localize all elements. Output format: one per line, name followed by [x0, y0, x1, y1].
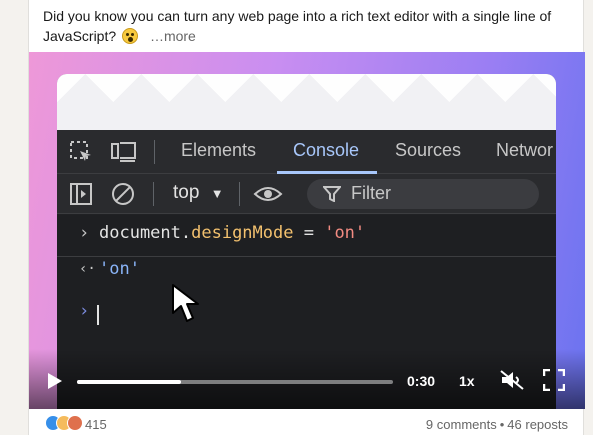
browser-viewport: [57, 74, 556, 130]
return-arrow-icon: ‹·: [79, 261, 96, 277]
console-filter-input[interactable]: Filter: [307, 179, 539, 209]
tab-network[interactable]: Networ: [496, 140, 553, 161]
fullscreen-icon[interactable]: [543, 369, 565, 391]
context-selector[interactable]: top ▼: [173, 182, 224, 204]
console-result-line: ‹· 'on': [57, 259, 556, 293]
play-icon[interactable]: [47, 372, 63, 390]
post-body: Did you know you can turn any web page i…: [43, 6, 573, 46]
playback-speed-button[interactable]: 1x: [459, 373, 475, 389]
reaction-count[interactable]: 415: [85, 417, 107, 432]
progress-fill: [77, 380, 182, 384]
filter-placeholder: Filter: [351, 183, 391, 203]
video-time: 0:30: [407, 373, 436, 389]
console-command: document.designMode = 'on': [99, 223, 366, 243]
clear-console-icon[interactable]: [111, 182, 137, 206]
see-more-link[interactable]: …more: [150, 28, 196, 44]
tab-console[interactable]: Console: [293, 140, 359, 161]
text-caret: [97, 305, 99, 325]
muted-speaker-icon[interactable]: [499, 369, 525, 391]
live-expression-eye-icon[interactable]: [253, 182, 283, 206]
console-result: 'on': [99, 259, 140, 279]
filter-funnel-icon: [323, 186, 341, 202]
reposts-link[interactable]: 46 reposts: [507, 417, 568, 432]
love-reaction-icon: [67, 415, 83, 431]
mouse-pointer-icon: [172, 284, 199, 322]
console-toolbar: top ▼ Filter: [57, 174, 556, 214]
separator-dot: •: [499, 417, 505, 432]
post-text: Did you know you can turn any web page i…: [43, 8, 552, 44]
post-card: Did you know you can turn any web page i…: [28, 0, 585, 435]
context-value: top: [173, 182, 200, 203]
video-player[interactable]: Elements Console Sources Networ top ▼ Fi…: [29, 52, 585, 409]
dropdown-caret-icon: ▼: [210, 186, 224, 201]
toolbar-divider: [239, 182, 240, 206]
devtools-tab-bar: Elements Console Sources Networ: [57, 130, 556, 174]
comments-link[interactable]: 9 comments: [426, 417, 497, 432]
astonished-face-icon: [122, 28, 139, 44]
sidebar-toggle-icon[interactable]: [69, 182, 95, 206]
prompt-chevron-icon: ›: [79, 301, 90, 321]
toolbar-divider: [153, 182, 154, 206]
video-controls: 0:30 1x: [29, 349, 585, 409]
tab-sources[interactable]: Sources: [395, 140, 461, 161]
device-toolbar-icon[interactable]: [111, 140, 137, 164]
tab-elements[interactable]: Elements: [181, 140, 256, 161]
inspect-element-icon[interactable]: [69, 140, 95, 164]
comments-reposts: 9 comments • 46 reposts: [426, 417, 568, 432]
social-counts-bar: 415 9 comments • 46 reposts: [29, 409, 585, 435]
video-progress-bar[interactable]: [77, 380, 393, 384]
console-input-line: › document.designMode = 'on': [57, 223, 556, 257]
console-prompt-line[interactable]: ›: [57, 301, 556, 335]
chevron-right-icon: ›: [79, 223, 90, 243]
toolbar-divider: [154, 140, 155, 164]
